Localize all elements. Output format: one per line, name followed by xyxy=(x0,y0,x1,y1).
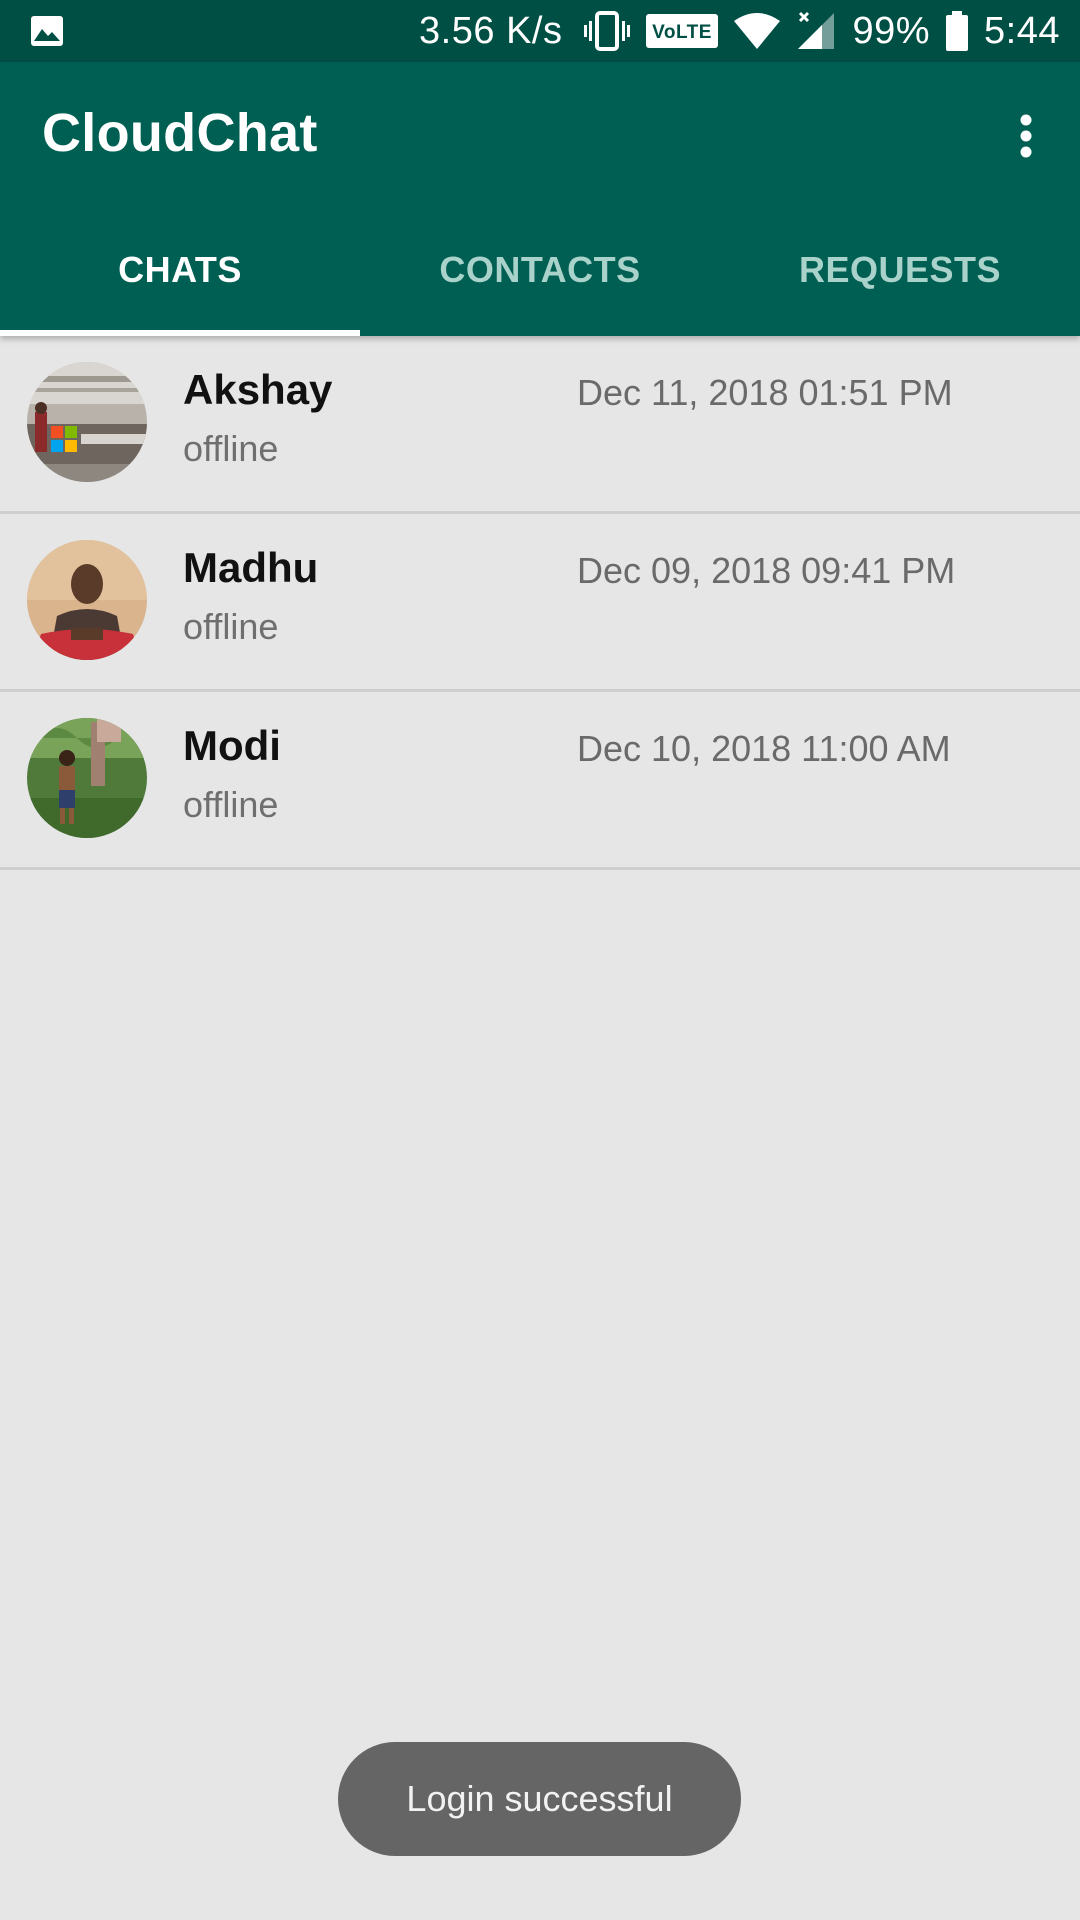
more-options-button[interactable] xyxy=(994,104,1058,168)
clock: 5:44 xyxy=(984,9,1060,52)
more-vert-icon xyxy=(1020,114,1032,158)
volte-icon: VoLTE xyxy=(646,14,719,48)
contact-status: offline xyxy=(183,428,279,469)
wifi-icon xyxy=(734,11,781,51)
chat-row-madhu[interactable]: Madhu offline Dec 09, 2018 09:41 PM xyxy=(0,514,1080,692)
contact-status: offline xyxy=(183,784,279,825)
last-message-time: Dec 09, 2018 09:41 PM xyxy=(577,550,956,591)
signal-icon xyxy=(796,11,836,51)
tab-requests[interactable]: REQUESTS xyxy=(720,204,1080,336)
avatar[interactable] xyxy=(27,540,147,660)
contact-status: offline xyxy=(183,606,279,647)
chat-row-akshay[interactable]: Akshay offline Dec 11, 2018 01:51 PM xyxy=(0,336,1080,514)
status-bar: 3.56 K/s VoLTE 99% 5:44 xyxy=(0,0,1080,62)
contact-name: Akshay xyxy=(183,366,333,413)
contact-name: Madhu xyxy=(183,544,319,591)
vibrate-icon xyxy=(584,11,631,51)
app-title: CloudChat xyxy=(42,103,318,163)
last-message-time: Dec 11, 2018 01:51 PM xyxy=(577,372,953,413)
avatar[interactable] xyxy=(27,718,147,838)
tab-chats[interactable]: CHATS xyxy=(0,204,360,336)
contact-name: Modi xyxy=(183,722,281,769)
chat-list: Akshay offline Dec 11, 2018 01:51 PM Mad… xyxy=(0,336,1080,870)
network-speed: 3.56 K/s xyxy=(419,9,563,52)
app-bar: CloudChat CHATS CONTACTS REQUESTS xyxy=(0,62,1080,336)
battery-percent: 99% xyxy=(852,9,931,52)
toast-message: Login successful xyxy=(338,1742,741,1856)
tab-bar: CHATS CONTACTS REQUESTS xyxy=(0,204,1080,336)
avatar[interactable] xyxy=(27,362,147,482)
last-message-time: Dec 10, 2018 11:00 AM xyxy=(577,728,951,769)
tab-contacts[interactable]: CONTACTS xyxy=(360,204,720,336)
svg-text:VoLTE: VoLTE xyxy=(653,22,713,43)
battery-icon xyxy=(946,11,969,51)
gallery-icon xyxy=(30,15,64,47)
chat-row-modi[interactable]: Modi offline Dec 10, 2018 11:00 AM xyxy=(0,692,1080,870)
